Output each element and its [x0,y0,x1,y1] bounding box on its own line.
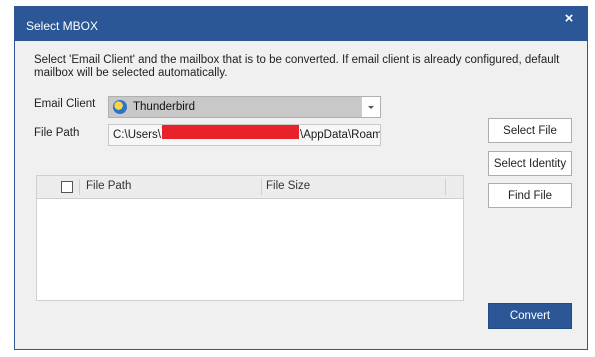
email-client-dropdown[interactable]: Thunderbird [108,96,381,118]
email-client-value: Thunderbird [133,101,196,113]
instructions-text: Select 'Email Client' and the mailbox th… [34,54,560,79]
redaction-bar [162,125,299,139]
file-path-label: File Path [34,127,80,139]
chevron-down-icon[interactable] [361,97,380,117]
column-divider [445,179,446,195]
find-file-button[interactable]: Find File [488,183,572,208]
column-divider [79,179,80,195]
thunderbird-icon [113,100,127,114]
email-client-label: Email Client [34,98,96,110]
column-divider [261,179,262,195]
column-header-file-size[interactable]: File Size [266,180,310,192]
file-path-field[interactable]: C:\Users\ \AppData\Roamin [108,124,381,146]
dialog-title: Select MBOX [26,19,99,33]
grid-header: File Path File Size [37,176,463,199]
close-icon[interactable]: × [561,11,577,27]
select-file-button[interactable]: Select File [488,118,572,143]
column-header-file-path[interactable]: File Path [86,180,131,192]
select-identity-button[interactable]: Select Identity [488,151,572,176]
title-bar: Select MBOX × [15,7,587,41]
file-list-grid[interactable]: File Path File Size [36,175,464,301]
select-all-checkbox[interactable] [61,181,73,193]
convert-button[interactable]: Convert [488,303,572,329]
file-path-prefix: C:\Users\ [113,129,161,141]
select-mbox-dialog: Select MBOX × Select 'Email Client' and … [14,6,588,350]
file-path-suffix: \AppData\Roamin [300,129,381,141]
